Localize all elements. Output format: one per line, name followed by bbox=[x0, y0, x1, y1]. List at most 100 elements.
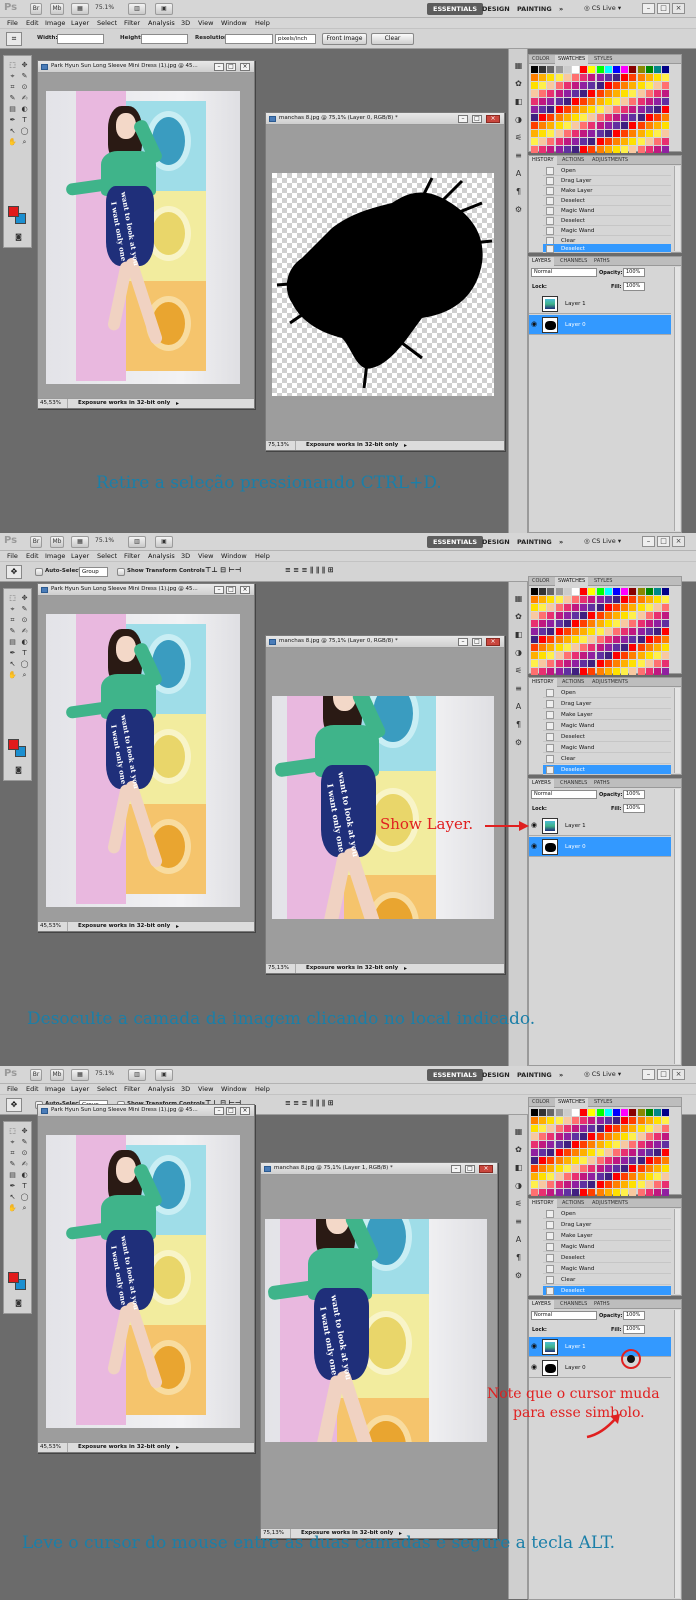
color-swatch[interactable] bbox=[604, 588, 612, 595]
auto-select-dropdown[interactable]: Group bbox=[79, 567, 108, 577]
color-swatch[interactable] bbox=[572, 620, 579, 627]
history-item[interactable]: Drag Layer bbox=[543, 699, 671, 709]
color-swatch[interactable] bbox=[539, 644, 547, 651]
color-swatch[interactable] bbox=[580, 636, 588, 643]
color-swatch[interactable] bbox=[604, 74, 612, 81]
color-swatch[interactable] bbox=[563, 644, 571, 651]
color-swatch[interactable] bbox=[613, 604, 620, 611]
color-swatch[interactable] bbox=[604, 1141, 612, 1148]
color-swatch[interactable] bbox=[563, 1189, 571, 1196]
color-swatch[interactable] bbox=[613, 1173, 620, 1180]
color-swatch[interactable] bbox=[555, 114, 563, 121]
panel-strip-icon[interactable]: ▦ bbox=[513, 61, 524, 71]
doc-minimize-button[interactable]: – bbox=[458, 638, 468, 646]
tool-icon[interactable]: ✎ bbox=[19, 1137, 30, 1147]
minimize-button[interactable]: – bbox=[642, 3, 655, 14]
color-swatch[interactable] bbox=[555, 1141, 563, 1148]
tool-icon[interactable]: ✋ bbox=[7, 670, 18, 680]
color-swatch[interactable] bbox=[547, 98, 555, 105]
arrange-documents-icon[interactable]: ▥ bbox=[128, 536, 146, 548]
color-swatch[interactable] bbox=[563, 604, 571, 611]
color-swatch[interactable] bbox=[580, 644, 588, 651]
color-swatch[interactable] bbox=[645, 90, 653, 97]
color-swatch[interactable] bbox=[555, 130, 563, 137]
menu-help[interactable]: Help bbox=[255, 19, 270, 27]
color-swatch[interactable] bbox=[588, 1109, 596, 1116]
color-swatch[interactable] bbox=[637, 1117, 645, 1124]
workspace-more[interactable]: » bbox=[553, 3, 569, 15]
color-swatch[interactable] bbox=[547, 90, 555, 97]
color-swatch[interactable] bbox=[604, 1109, 612, 1116]
color-swatch[interactable] bbox=[629, 604, 637, 611]
foreground-color-swatch[interactable] bbox=[8, 1272, 19, 1283]
color-swatch[interactable] bbox=[555, 1133, 563, 1140]
tab-adjustments[interactable]: ADJUSTMENTS bbox=[589, 156, 631, 165]
color-swatch[interactable] bbox=[654, 114, 661, 121]
color-swatch[interactable] bbox=[596, 1157, 604, 1164]
color-swatch[interactable] bbox=[621, 1141, 629, 1148]
color-swatch[interactable] bbox=[645, 668, 653, 675]
color-swatch[interactable] bbox=[547, 138, 555, 145]
color-swatch[interactable] bbox=[662, 82, 670, 89]
color-swatch[interactable] bbox=[580, 1165, 588, 1172]
color-swatch[interactable] bbox=[555, 122, 563, 129]
color-swatch[interactable] bbox=[629, 620, 637, 627]
color-swatch[interactable] bbox=[596, 122, 604, 129]
panel-scrollbar[interactable] bbox=[674, 1310, 680, 1598]
tool-icon[interactable]: ✎ bbox=[7, 626, 18, 636]
color-swatch[interactable] bbox=[629, 98, 637, 105]
doc-window-model[interactable]: Park Hyun Sun Long Sleeve Mini Dress (1)… bbox=[37, 1104, 255, 1453]
color-swatch[interactable] bbox=[563, 114, 571, 121]
panel-strip-icon[interactable]: ⚟ bbox=[513, 1199, 524, 1209]
color-swatch[interactable] bbox=[621, 1117, 629, 1124]
color-swatch[interactable] bbox=[588, 1189, 596, 1196]
color-swatch[interactable] bbox=[629, 588, 637, 595]
color-swatch[interactable] bbox=[629, 652, 637, 659]
color-swatch[interactable] bbox=[645, 588, 653, 595]
menu-3d[interactable]: 3D bbox=[181, 19, 190, 27]
color-swatch[interactable] bbox=[563, 1149, 571, 1156]
color-swatch[interactable] bbox=[637, 114, 645, 121]
color-swatch[interactable] bbox=[547, 660, 555, 667]
color-swatch[interactable] bbox=[621, 1149, 629, 1156]
color-swatch[interactable] bbox=[662, 90, 670, 97]
tool-icon[interactable]: ⬚ bbox=[7, 60, 18, 70]
color-swatch[interactable] bbox=[555, 106, 563, 113]
color-swatch[interactable] bbox=[637, 1173, 645, 1180]
color-swatch[interactable] bbox=[555, 660, 563, 667]
close-button[interactable]: × bbox=[672, 3, 685, 14]
color-swatch[interactable] bbox=[604, 106, 612, 113]
color-swatch[interactable] bbox=[547, 130, 555, 137]
tool-icon[interactable]: ⊙ bbox=[19, 1148, 30, 1158]
color-swatch[interactable] bbox=[547, 74, 555, 81]
color-swatch[interactable] bbox=[531, 130, 538, 137]
color-swatch[interactable] bbox=[613, 636, 620, 643]
color-swatch[interactable] bbox=[563, 1157, 571, 1164]
menu-select[interactable]: Select bbox=[97, 1085, 117, 1093]
menu-view[interactable]: View bbox=[198, 552, 213, 560]
color-swatch[interactable] bbox=[555, 628, 563, 635]
panel-strip-icon[interactable]: ¶ bbox=[513, 720, 524, 730]
color-swatch[interactable] bbox=[547, 652, 555, 659]
color-swatch[interactable] bbox=[662, 596, 670, 603]
color-swatch[interactable] bbox=[645, 146, 653, 153]
color-swatch[interactable] bbox=[621, 82, 629, 89]
color-swatch[interactable] bbox=[596, 612, 604, 619]
color-swatch[interactable] bbox=[580, 1189, 588, 1196]
history-brush-checkbox[interactable] bbox=[546, 245, 554, 253]
menu-3d[interactable]: 3D bbox=[181, 552, 190, 560]
color-swatch[interactable] bbox=[613, 588, 620, 595]
tab-history[interactable]: HISTORY bbox=[529, 1199, 557, 1208]
color-swatch[interactable] bbox=[613, 90, 620, 97]
tool-icon[interactable]: ◯ bbox=[19, 1192, 30, 1202]
color-swatch[interactable] bbox=[580, 652, 588, 659]
panel-strip-icon[interactable]: ◑ bbox=[513, 1181, 524, 1191]
color-swatch[interactable] bbox=[604, 652, 612, 659]
history-item[interactable]: Clear bbox=[543, 1275, 671, 1285]
color-swatch[interactable] bbox=[555, 604, 563, 611]
color-swatch[interactable] bbox=[547, 604, 555, 611]
color-swatch[interactable] bbox=[613, 644, 620, 651]
workspace-essentials[interactable]: ESSENTIALS bbox=[427, 3, 484, 15]
menu-help[interactable]: Help bbox=[255, 1085, 270, 1093]
color-swatch[interactable] bbox=[572, 1189, 579, 1196]
